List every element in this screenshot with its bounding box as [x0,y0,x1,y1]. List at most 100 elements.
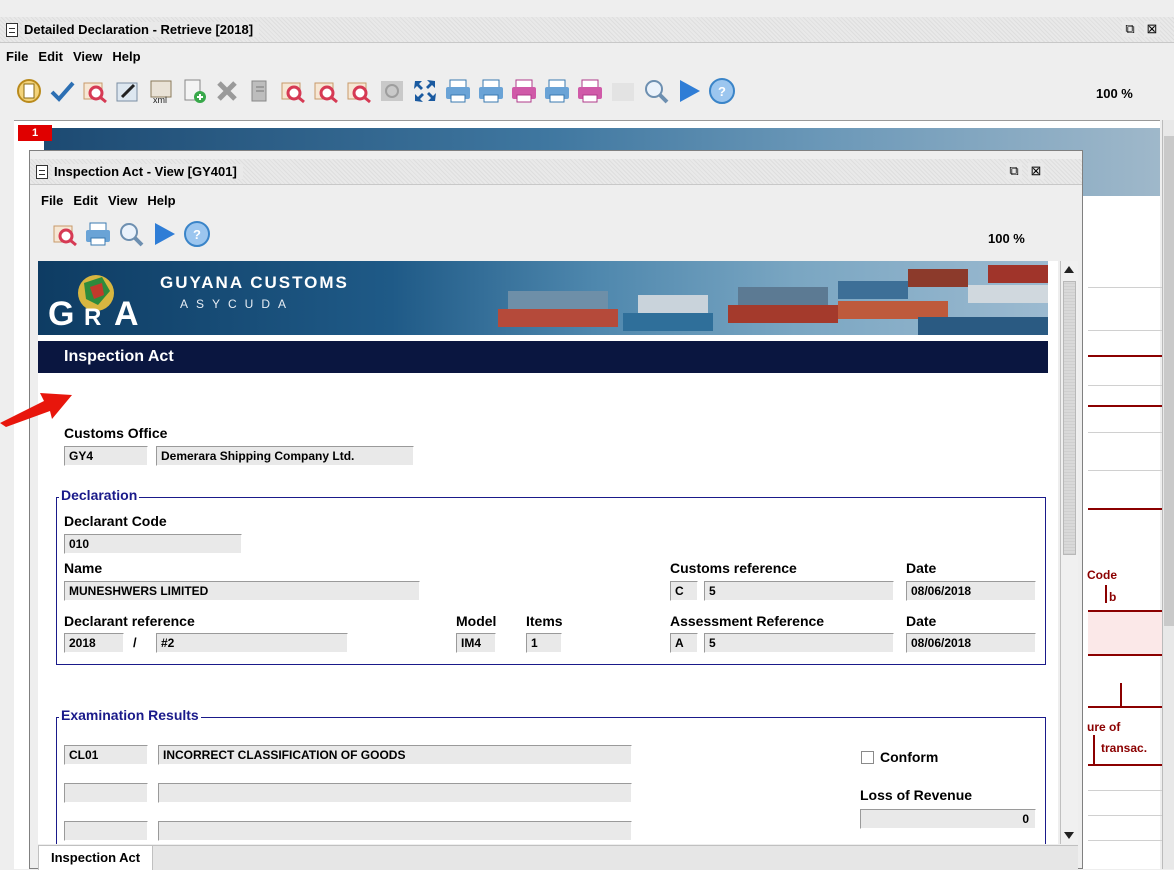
inner-window-controls: ⧉ ⊠ [1006,163,1044,179]
customs-reference-date-field[interactable]: 08/06/2018 [906,581,1036,601]
guyana-customs-banner: G R A GUYANA CUSTOMS ASYCUDA [38,261,1048,335]
zoom-icon[interactable] [116,219,146,249]
background-code-label: Code [1087,568,1117,582]
play-icon[interactable] [674,76,704,106]
blank-icon[interactable] [608,76,638,106]
menu-view[interactable]: View [73,49,102,64]
model-label: Model [456,613,497,629]
menu-edit[interactable]: Edit [73,193,98,208]
view-icon[interactable] [278,76,308,106]
examination-results-group-label: Examination Results [59,707,201,723]
conform-checkbox[interactable] [861,751,874,764]
inner-bottom-tabbar: Inspection Act [38,845,1078,870]
outer-menubar: File Edit View Help [0,44,145,68]
inspection-act-form: G R A GUYANA CUSTOMS ASYCUDA Inspection … [38,261,1058,844]
svg-text:A: A [114,295,139,331]
view-3-icon[interactable] [344,76,374,106]
examination-description-field[interactable]: INCORRECT CLASSIFICATION OF GOODS [158,745,632,765]
maximize-icon[interactable]: ⊠ [1028,163,1044,179]
new-icon[interactable] [14,76,44,106]
add-document-icon[interactable] [179,76,209,106]
maximize-icon[interactable]: ⊠ [1144,21,1160,37]
background-divider [1088,287,1162,288]
attach-icon[interactable] [245,76,275,106]
customs-reference-prefix-field[interactable]: C [670,581,698,601]
inner-scroll-thumb[interactable] [1063,281,1076,555]
page-number-badge[interactable]: 1 [18,125,52,141]
customs-office-code-field[interactable]: GY4 [64,446,148,466]
outer-zoom-level: 100 % [1096,86,1133,101]
scroll-down-icon[interactable] [1064,832,1074,839]
print-3-icon[interactable] [542,76,572,106]
help-icon[interactable]: ? [707,76,737,106]
examination-description-field[interactable] [158,783,632,803]
examination-code-field[interactable]: CL01 [64,745,148,765]
export-xml-icon[interactable]: xml [146,76,176,106]
document-icon [6,22,18,37]
outer-scroll-thumb[interactable] [1164,136,1174,626]
menu-view[interactable]: View [108,193,137,208]
background-divider [1088,840,1162,841]
assessment-date-field[interactable]: 08/06/2018 [906,633,1036,653]
menu-file[interactable]: File [6,49,28,64]
restore-icon[interactable]: ⧉ [1006,163,1022,179]
document-icon [36,164,48,179]
print-icon[interactable] [443,76,473,106]
background-highlight-band [1088,610,1162,656]
declarant-reference-year-field[interactable]: 2018 [64,633,124,653]
find-icon[interactable] [50,219,80,249]
background-rule [1105,585,1107,603]
declarant-code-field[interactable]: 010 [64,534,242,554]
inner-window-title: Inspection Act - View [GY401] [52,164,243,179]
print-pink-2-icon[interactable] [575,76,605,106]
help-icon[interactable]: ? [182,219,212,249]
background-transac-label: transac. [1101,741,1148,755]
menu-file[interactable]: File [41,193,63,208]
customs-reference-number-field[interactable]: 5 [704,581,894,601]
background-rule [1088,405,1162,407]
delete-icon[interactable] [212,76,242,106]
svg-text:G: G [48,295,74,331]
svg-text:?: ? [193,227,201,242]
menu-edit[interactable]: Edit [38,49,63,64]
edit-icon[interactable] [113,76,143,106]
play-icon[interactable] [149,219,179,249]
examination-code-field[interactable] [64,821,148,841]
scroll-up-icon[interactable] [1064,266,1074,273]
assessment-reference-number-field[interactable]: 5 [704,633,894,653]
declaration-group-label: Declaration [59,487,140,503]
declarant-reference-separator: / [133,635,137,650]
outer-vertical-scrollbar[interactable] [1162,120,1174,869]
model-field[interactable]: IM4 [456,633,496,653]
assessment-reference-prefix-field[interactable]: A [670,633,698,653]
examination-description-field[interactable] [158,821,632,841]
validate-icon[interactable] [47,76,77,106]
inner-menubar: File Edit View Help [35,188,180,212]
declarant-reference-label: Declarant reference [64,613,195,629]
expand-icon[interactable] [410,76,440,106]
inner-vertical-scrollbar[interactable] [1060,261,1078,844]
declarant-name-field[interactable]: MUNESHWERS LIMITED [64,581,420,601]
tab-inspection-act[interactable]: Inspection Act [38,846,154,870]
find-icon[interactable] [80,76,110,106]
menu-help[interactable]: Help [112,49,140,64]
inner-window-titlebar: Inspection Act - View [GY401] [30,159,1082,185]
print-2-icon[interactable] [476,76,506,106]
zoom-icon[interactable] [641,76,671,106]
declarant-reference-number-field[interactable]: #2 [156,633,348,653]
background-divider [1088,432,1162,433]
examination-code-field[interactable] [64,783,148,803]
restore-icon[interactable]: ⧉ [1122,21,1138,37]
print-icon[interactable] [83,219,113,249]
view-disabled-icon[interactable] [377,76,407,106]
customs-office-name-field[interactable]: Demerara Shipping Company Ltd. [156,446,414,466]
loss-of-revenue-field[interactable]: 0 [860,809,1036,829]
section-header: Inspection Act [38,341,1048,373]
background-divider [1088,790,1162,791]
menu-help[interactable]: Help [147,193,175,208]
print-pink-icon[interactable] [509,76,539,106]
inner-toolbar: ? [50,219,212,249]
items-field[interactable]: 1 [526,633,562,653]
view-2-icon[interactable] [311,76,341,106]
loss-of-revenue-label: Loss of Revenue [860,787,973,803]
